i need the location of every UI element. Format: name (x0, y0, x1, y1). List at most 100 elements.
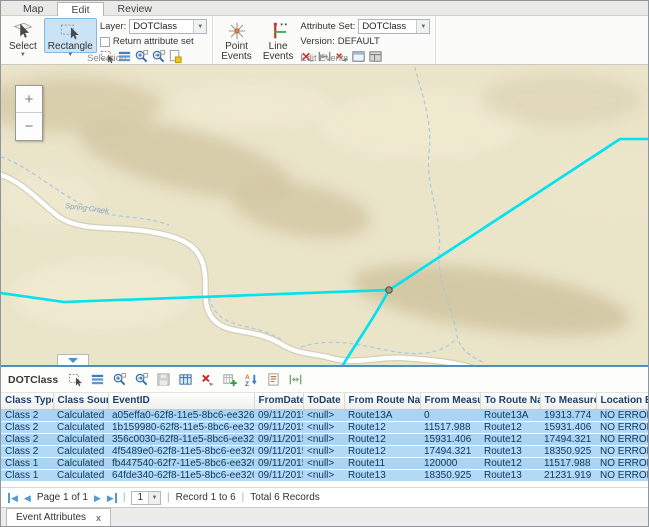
previous-page-button[interactable]: ◀ (24, 493, 31, 503)
tab-review[interactable]: Review (104, 1, 166, 15)
column-header[interactable]: EventID (108, 393, 254, 409)
table-cell[interactable]: Calculated (53, 421, 108, 433)
layer-dropdown[interactable]: DOTClass ▼ (129, 19, 207, 34)
page-number-select[interactable]: 1 ▼ (131, 491, 161, 505)
chevron-down-icon[interactable]: ▼ (416, 20, 429, 33)
table-row[interactable]: Class 1Calculated64fde340-62f8-11e5-8bc6… (1, 469, 648, 481)
switch-table-icon[interactable] (178, 372, 193, 387)
last-page-button[interactable]: ▶ (107, 493, 117, 503)
column-header[interactable]: To Route Name (480, 393, 540, 409)
route-junction-marker[interactable] (386, 287, 392, 293)
table-cell[interactable]: Route13 (344, 469, 420, 481)
select-button[interactable]: Select ▼ (5, 18, 41, 53)
table-cell[interactable]: 09/11/2015 (254, 445, 303, 457)
table-cell[interactable]: <null> (303, 457, 344, 469)
table-cell[interactable]: a05effa0-62f8-11e5-8bc6-ee32641d5ec9 (108, 409, 254, 421)
table-cell[interactable]: 15931.406 (540, 421, 596, 433)
table-cell[interactable]: <null> (303, 469, 344, 481)
table-cell[interactable]: 09/11/2015 (254, 433, 303, 445)
table-cell[interactable]: 21231.919 (540, 469, 596, 481)
table-cell[interactable]: Calculated (53, 469, 108, 481)
table-cell[interactable]: 120000 (420, 457, 480, 469)
table-cell[interactable]: NO ERROR (596, 421, 648, 433)
table-cell[interactable]: 19313.774 (540, 409, 596, 421)
table-cell[interactable]: NO ERROR (596, 409, 648, 421)
table-cell[interactable]: Class 2 (1, 421, 53, 433)
sort-icon[interactable]: A Z (244, 372, 259, 387)
table-cell[interactable]: 4f5489e0-62f8-11e5-8bc6-ee32641d5ec9 (108, 445, 254, 457)
table-cell[interactable]: 11517.988 (540, 457, 596, 469)
table-cell[interactable]: Calculated (53, 445, 108, 457)
column-header[interactable]: From Route Name (344, 393, 420, 409)
delete-record-icon[interactable] (200, 372, 215, 387)
table-cell[interactable]: Class 2 (1, 433, 53, 445)
table-cell[interactable]: Calculated (53, 433, 108, 445)
table-cell[interactable]: Route12 (480, 421, 540, 433)
table-cell[interactable]: 09/11/2015 (254, 421, 303, 433)
table-cell[interactable]: Route12 (480, 433, 540, 445)
table-cell[interactable]: Route12 (344, 433, 420, 445)
table-row[interactable]: Class 2Calculated356c0030-62f8-11e5-8bc6… (1, 433, 648, 445)
table-cell[interactable]: <null> (303, 421, 344, 433)
table-cell[interactable]: Route13A (480, 409, 540, 421)
tab-edit[interactable]: Edit (57, 2, 103, 16)
table-cell[interactable]: 18350.925 (420, 469, 480, 481)
tab-event-attributes[interactable]: Event Attributes x (6, 508, 111, 526)
table-cell[interactable]: 17494.321 (420, 445, 480, 457)
table-cell[interactable]: Calculated (53, 457, 108, 469)
table-cell[interactable]: Route13 (480, 445, 540, 457)
table-cell[interactable]: Route11 (344, 457, 420, 469)
table-cell[interactable]: NO ERROR (596, 445, 648, 457)
map-canvas[interactable]: Spring Creek + − (1, 65, 648, 365)
next-page-button[interactable]: ▶ (94, 493, 101, 503)
table-cell[interactable]: <null> (303, 409, 344, 421)
table-cell[interactable]: 09/11/2015 (254, 469, 303, 481)
table-cell[interactable]: Route12 (344, 421, 420, 433)
rectangle-button[interactable]: Rectangle ▼ (44, 18, 97, 53)
table-cell[interactable]: 18350.925 (540, 445, 596, 457)
table-cell[interactable]: Class 1 (1, 469, 53, 481)
table-cell[interactable]: <null> (303, 445, 344, 457)
tab-map[interactable]: Map (9, 1, 57, 15)
line-events-button[interactable]: Line Events (259, 18, 298, 53)
column-header[interactable]: Class Source (53, 393, 108, 409)
table-cell[interactable]: Route13A (344, 409, 420, 421)
add-record-icon[interactable] (222, 372, 237, 387)
point-events-button[interactable]: Point Events (217, 18, 256, 53)
zoom-in-button[interactable]: + (16, 86, 42, 113)
table-cell[interactable]: 17494.321 (540, 433, 596, 445)
first-page-button[interactable]: ◀ (8, 493, 18, 503)
table-row[interactable]: Class 2Calculated1b159980-62f8-11e5-8bc6… (1, 421, 648, 433)
select-records-icon[interactable] (68, 372, 83, 387)
table-row[interactable]: Class 2Calculateda05effa0-62f8-11e5-8bc6… (1, 409, 648, 421)
return-attribute-set-checkbox[interactable] (100, 37, 110, 47)
table-cell[interactable]: Class 1 (1, 457, 53, 469)
table-row[interactable]: Class 1Calculatedfb447540-62f7-11e5-8bc6… (1, 457, 648, 469)
table-cell[interactable]: <null> (303, 433, 344, 445)
show-all-records-icon[interactable] (90, 372, 105, 387)
save-icon[interactable] (156, 372, 171, 387)
table-cell[interactable]: Class 2 (1, 445, 53, 457)
chevron-down-icon[interactable]: ▼ (148, 492, 160, 504)
table-cell[interactable]: NO ERROR (596, 469, 648, 481)
table-cell[interactable]: 09/11/2015 (254, 409, 303, 421)
column-header[interactable]: FromDate (254, 393, 303, 409)
table-cell[interactable]: 0 (420, 409, 480, 421)
column-header[interactable]: To Measure (540, 393, 596, 409)
zoom-to-record-icon[interactable] (112, 372, 127, 387)
table-row[interactable]: Class 2Calculated4f5489e0-62f8-11e5-8bc6… (1, 445, 648, 457)
collapse-panel-button[interactable] (57, 354, 89, 365)
table-cell[interactable]: 1b159980-62f8-11e5-8bc6-ee32641d5ec9 (108, 421, 254, 433)
close-icon[interactable]: x (96, 513, 101, 523)
table-cell[interactable]: NO ERROR (596, 433, 648, 445)
view-report-icon[interactable] (266, 372, 281, 387)
table-cell[interactable]: Route12 (344, 445, 420, 457)
table-cell[interactable]: Class 2 (1, 409, 53, 421)
table-cell[interactable]: 15931.406 (420, 433, 480, 445)
table-cell[interactable]: 11517.988 (420, 421, 480, 433)
table-cell[interactable]: NO ERROR (596, 457, 648, 469)
column-header[interactable]: From Measure (420, 393, 480, 409)
fit-columns-icon[interactable] (288, 372, 303, 387)
chevron-down-icon[interactable]: ▼ (193, 20, 206, 33)
table-cell[interactable]: 64fde340-62f8-11e5-8bc6-ee32641d5ec9 (108, 469, 254, 481)
